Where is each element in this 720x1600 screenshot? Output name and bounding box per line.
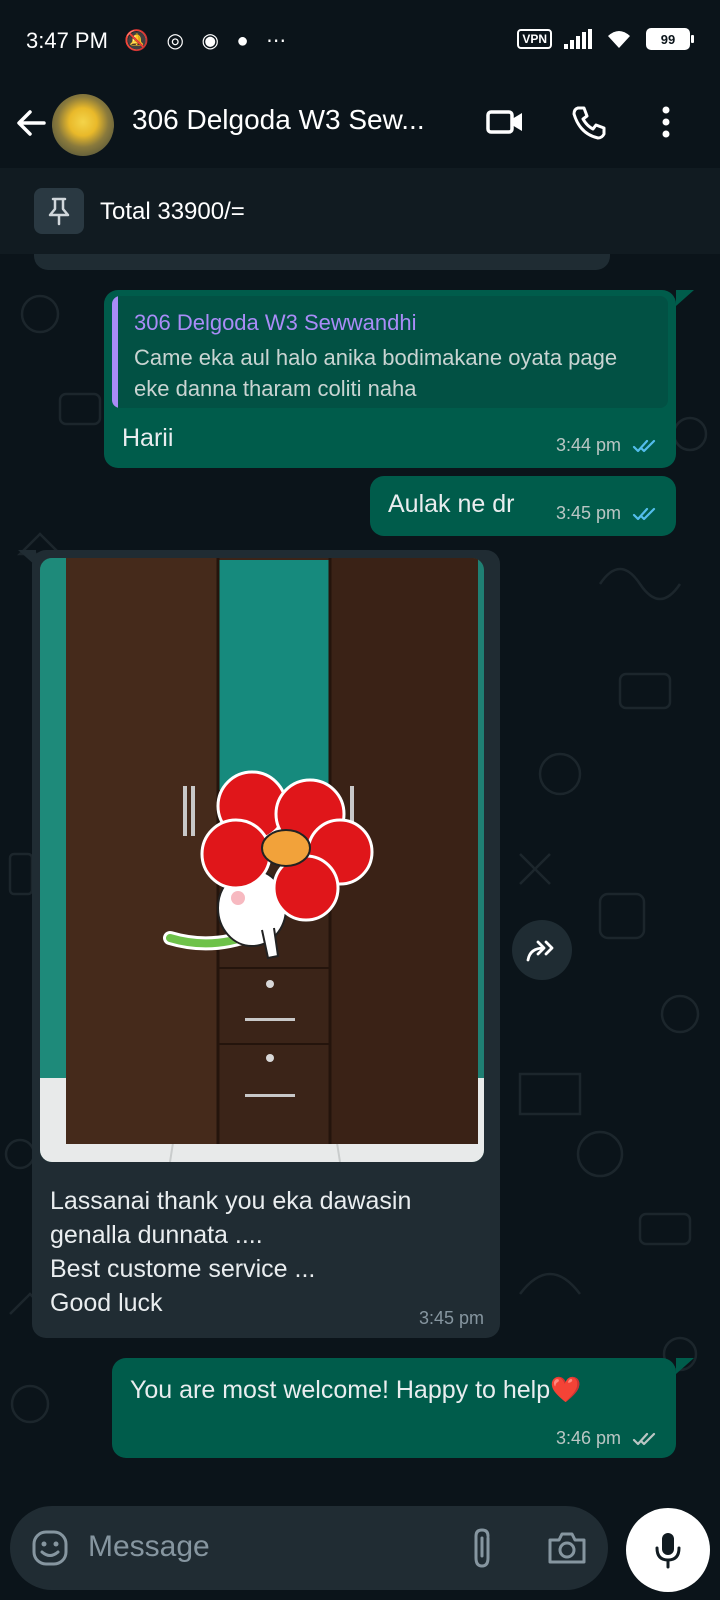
notification-icons: 🔕 ◎ ◉ ● ⋯ [124, 28, 292, 53]
message-photo[interactable] [40, 558, 484, 1162]
voice-call-icon[interactable] [568, 100, 612, 144]
forward-icon [526, 940, 554, 962]
voice-record-button[interactable] [626, 1508, 710, 1592]
chat-title[interactable]: 306 Delgoda W3 Sew... [132, 104, 425, 136]
message-text: Aulak ne dr [388, 490, 515, 518]
incoming-message-bubble[interactable]: Lassanai thank you eka dawasin genalla d… [32, 550, 500, 1338]
message-timestamp: 3:46 pm [555, 1428, 621, 1448]
outgoing-message-bubble[interactable]: 306 Delgoda W3 Sewwandhi Came eka aul ha… [104, 290, 676, 468]
message-line: Lassanai thank you eka dawasin [50, 1187, 412, 1215]
whatsapp-icon: ◎ [166, 30, 190, 52]
read-ticks-icon [632, 440, 656, 453]
message-text: You are most welcome! Happy to help❤️ [130, 1376, 582, 1404]
message-time: 3:46 pm [556, 1428, 660, 1449]
camera-icon[interactable] [546, 1528, 588, 1568]
message-line: Best custome service ... [50, 1255, 316, 1283]
outgoing-message-bubble[interactable]: You are most welcome! Happy to help❤️ 3:… [112, 1358, 676, 1458]
attach-icon[interactable] [466, 1526, 498, 1570]
delivered-ticks-icon [632, 1433, 656, 1446]
message-time: 3:45 pm [418, 1308, 484, 1328]
message-text: Lassanai thank you eka dawasin genalla d… [50, 1184, 411, 1320]
battery-icon: 99 [646, 28, 694, 50]
quoted-reply[interactable]: 306 Delgoda W3 Sewwandhi Came eka aul ha… [112, 296, 668, 408]
overflow-menu-icon[interactable] [644, 100, 688, 144]
message-line: genalla dunnata .... [50, 1221, 263, 1249]
outgoing-message-bubble[interactable]: Aulak ne dr 3:45 pm [370, 476, 676, 536]
battery-level: 99 [660, 31, 676, 47]
chat-area[interactable]: 306 Delgoda W3 Sewwandhi Came eka aul ha… [0, 254, 720, 1500]
pinned-text: Total 33900/= [100, 198, 245, 225]
status-time: 3:47 PM [26, 28, 108, 53]
status-right: VPN 99 [517, 28, 694, 50]
message-input-bar: Message [0, 1500, 720, 1600]
messenger-icon: ◉ [201, 30, 225, 52]
message-time: 3:45 pm [556, 503, 660, 524]
quote-text: Came eka aul halo anika bodimakane oyata… [134, 345, 618, 401]
vpn-badge: VPN [517, 29, 552, 49]
more-dots-icon: ⋯ [266, 30, 293, 52]
bubble-tail [676, 1358, 694, 1374]
chat-header: 306 Delgoda W3 Sew... [0, 82, 720, 169]
emoji-icon[interactable] [30, 1528, 70, 1568]
avatar[interactable] [52, 94, 114, 156]
read-ticks-icon [632, 508, 656, 521]
message-placeholder: Message [88, 1530, 210, 1563]
video-call-icon[interactable] [484, 100, 528, 144]
quote-author: 306 Delgoda W3 Sewwandhi [134, 310, 417, 335]
previous-message-bubble [34, 254, 610, 270]
pin-icon [34, 188, 84, 234]
signal-icon [564, 29, 592, 49]
chat-icon: ● [236, 30, 255, 52]
wifi-icon [608, 31, 630, 48]
quote-accent-bar [112, 296, 118, 408]
mic-icon [655, 1533, 681, 1569]
message-timestamp: 3:45 pm [555, 503, 621, 523]
back-arrow-icon[interactable] [14, 106, 48, 140]
pinned-message-bar[interactable]: Total 33900/= [0, 168, 720, 254]
status-bar: 3:47 PM 🔕 ◎ ◉ ● ⋯ VPN 99 [0, 0, 720, 82]
wardrobe-photo [40, 558, 484, 1162]
message-time: 3:44 pm [556, 435, 660, 456]
bell-off-icon: 🔕 [124, 30, 155, 52]
message-input[interactable]: Message [10, 1506, 608, 1590]
message-line: Good luck [50, 1289, 163, 1317]
forward-button[interactable] [512, 920, 572, 980]
message-text: Harii [122, 424, 174, 452]
message-timestamp: 3:44 pm [555, 435, 621, 455]
bubble-tail [676, 290, 694, 306]
